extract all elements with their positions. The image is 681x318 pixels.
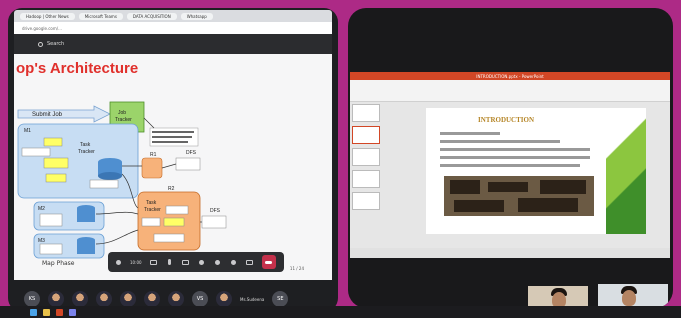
participant-name: Ms.Sudeena	[240, 296, 265, 302]
m1-label: M1	[24, 128, 31, 134]
browser-tab-strip: Hadoop | Other News Microsoft Teams DATA…	[14, 10, 332, 22]
raise-hand-icon[interactable]	[214, 258, 222, 266]
participant-avatar[interactable]	[168, 291, 184, 307]
architecture-diagram: Submit Job Job Tracker M1 Task Tracker M…	[17, 101, 227, 259]
participant-avatar[interactable]: SE	[272, 291, 289, 307]
slide-thumbnail[interactable]	[352, 192, 380, 210]
address-text: drive.google.com/...	[22, 25, 62, 31]
slide-title: op's Architecture	[16, 60, 139, 77]
presentation-slide: op's Architecture Submit Job Job Tracker…	[14, 54, 332, 280]
app-icon[interactable]	[43, 308, 50, 316]
app-icon[interactable]	[56, 308, 63, 316]
ppt-current-slide: INTRODUCTION	[426, 108, 646, 234]
dfs2-label: DFS	[210, 208, 221, 214]
camera-icon[interactable]	[150, 258, 158, 266]
ppt-editor: INTRODUCTION	[350, 102, 670, 248]
slide-thumbnail[interactable]	[352, 126, 380, 144]
viewer-toolbar: Search	[14, 34, 332, 54]
search-icon[interactable]	[38, 41, 43, 47]
participant-video[interactable]	[528, 286, 588, 308]
slide-decoration	[606, 108, 646, 234]
submit-job-label: Submit Job	[32, 112, 63, 118]
ppt-window-title: INTRODUCTION.pptx - PowerPoint	[476, 73, 544, 79]
share-screen-icon[interactable]	[182, 258, 190, 266]
participant-avatar[interactable]	[48, 291, 64, 307]
slide-thumbnails	[352, 104, 380, 244]
participants-icon[interactable]	[246, 258, 254, 266]
powerpoint-window: INTRODUCTION.pptx - PowerPoint INTRODUCT…	[350, 72, 670, 258]
task-tracker-label: Task	[146, 200, 157, 206]
search-label: Search	[47, 41, 65, 47]
address-bar[interactable]: drive.google.com/...	[14, 22, 332, 34]
task-tracker-label: Task	[80, 142, 91, 148]
chat-icon[interactable]	[230, 258, 238, 266]
r1-label: R1	[150, 152, 157, 158]
r2-label: R2	[168, 186, 175, 192]
microphone-icon[interactable]	[166, 258, 174, 266]
slide-thumbnail[interactable]	[352, 170, 380, 188]
slide-image	[444, 176, 594, 216]
start-icon[interactable]	[30, 308, 37, 316]
m2-label: M2	[38, 206, 45, 212]
windows-taskbar	[0, 306, 681, 318]
hang-up-icon	[265, 260, 273, 264]
slide-number: 11 / 24	[289, 266, 304, 271]
participant-avatar[interactable]	[120, 291, 136, 307]
participant-avatar[interactable]	[72, 291, 88, 307]
task-tracker-label: Tracker	[78, 149, 95, 155]
participant-avatar[interactable]	[216, 291, 232, 307]
ppt-ribbon[interactable]	[350, 80, 670, 102]
participant-avatar[interactable]: KS	[24, 291, 40, 307]
browser-tab[interactable]: Microsoft Teams	[78, 12, 123, 20]
map-phase-label: Map Phase	[42, 260, 75, 267]
ppt-title-bar: INTRODUCTION.pptx - PowerPoint	[350, 72, 670, 80]
presenter-tile: INTRODUCTION.pptx - PowerPoint INTRODUCT…	[348, 8, 673, 308]
ppt-slide-title: INTRODUCTION	[478, 116, 535, 124]
dfs1-label: DFS	[186, 150, 197, 156]
slide-thumbnail[interactable]	[352, 148, 380, 166]
job-tracker-label: Job	[118, 110, 126, 116]
participant-avatar[interactable]	[96, 291, 112, 307]
browser-tab[interactable]: Whatsapp	[180, 12, 213, 20]
participant-video[interactable]	[598, 284, 668, 308]
more-options-icon[interactable]	[198, 258, 206, 266]
shared-screen-tile: Hadoop | Other News Microsoft Teams DATA…	[8, 8, 338, 312]
browser-tab[interactable]: Hadoop | Other News	[20, 12, 75, 20]
r1-node	[141, 157, 163, 179]
task-tracker-label: Tracker	[144, 207, 161, 213]
job-tracker-label: Tracker	[115, 117, 132, 123]
meeting-controls: 10:00	[108, 252, 284, 272]
app-icon[interactable]	[69, 308, 76, 316]
browser-tab[interactable]: DATA ACQUISITION	[126, 12, 177, 20]
participant-avatar[interactable]	[144, 291, 160, 307]
call-timer: 10:00	[130, 259, 142, 265]
record-icon[interactable]	[114, 258, 122, 266]
m3-label: M3	[38, 238, 45, 244]
leave-call-button[interactable]	[261, 255, 276, 269]
slide-thumbnail[interactable]	[352, 104, 380, 122]
participant-avatar[interactable]: VS	[192, 291, 208, 307]
ppt-status-bar	[350, 248, 670, 258]
